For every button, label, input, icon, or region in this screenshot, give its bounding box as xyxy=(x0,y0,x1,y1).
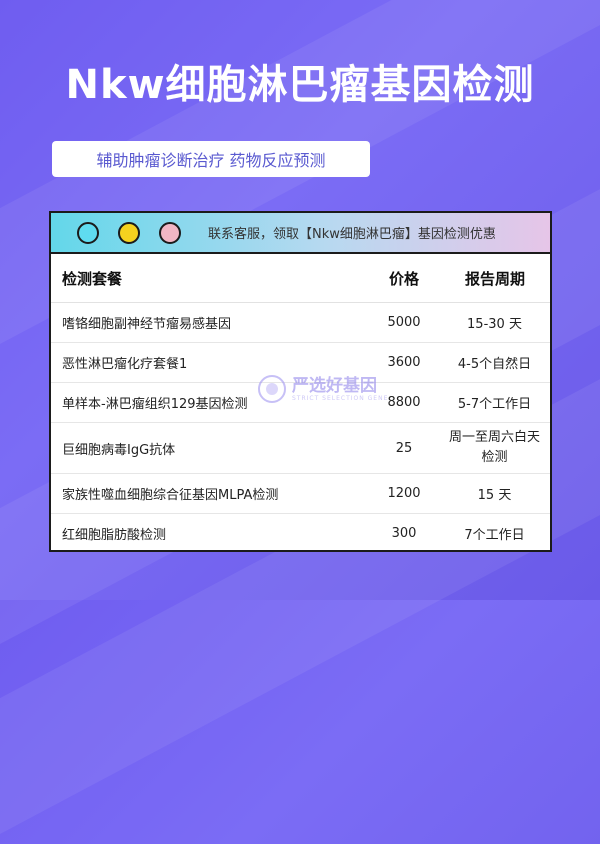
table-row: 家族性噬血细胞综合征基因MLPA检测 1200 15 天 xyxy=(51,473,550,514)
table-row: 恶性淋巴瘤化疗套餐1 3600 4-5个自然日 xyxy=(51,342,550,383)
column-header-price: 价格 xyxy=(363,254,445,303)
column-header-period: 报告周期 xyxy=(445,254,550,303)
table-header-row: 检测套餐 价格 报告周期 xyxy=(51,254,550,303)
dot-blue-icon xyxy=(77,221,99,244)
card-header: 联系客服，领取【Nkw细胞淋巴瘤】基因检测优惠 xyxy=(51,213,550,254)
package-price: 8800 xyxy=(363,382,445,423)
price-table: 检测套餐 价格 报告周期 嗜铬细胞副神经节瘤易感基因 5000 15-30 天 … xyxy=(51,254,550,553)
package-price: 300 xyxy=(391,526,417,541)
report-period: 15-30 天 xyxy=(445,302,550,343)
contact-promo-text[interactable]: 联系客服，领取【Nkw细胞淋巴瘤】基因检测优惠 xyxy=(208,223,496,242)
package-name: 单样本-淋巴瘤组织129基因检测 xyxy=(51,382,363,423)
package-name: 恶性淋巴瘤化疗套餐1 xyxy=(51,342,363,383)
price-card: 联系客服，领取【Nkw细胞淋巴瘤】基因检测优惠 检测套餐 价格 报告周期 嗜铬细… xyxy=(49,211,552,552)
package-name: 家族性噬血细胞综合征基因MLPA检测 xyxy=(51,473,363,514)
package-price: 25 xyxy=(363,422,445,474)
package-name: 嗜铬细胞副神经节瘤易感基因 xyxy=(51,302,363,343)
package-name: 红细胞脂肪酸检测 xyxy=(62,528,167,543)
report-period: 7个工作日 xyxy=(464,528,525,543)
report-period: 15 天 xyxy=(445,473,550,514)
table-row: 红细胞脂肪酸检测 300 7个工作日 xyxy=(51,514,550,554)
table-row: 单样本-淋巴瘤组织129基因检测 8800 5-7个工作日 xyxy=(51,382,550,423)
package-price: 3600 xyxy=(363,342,445,383)
report-period: 4-5个自然日 xyxy=(445,342,550,383)
subtitle-text: 辅助肿瘤诊断治疗 药物反应预测 xyxy=(96,151,326,170)
report-period: 5-7个工作日 xyxy=(445,382,550,423)
page-title: Nkw细胞淋巴瘤基因检测 xyxy=(65,62,535,108)
dot-yellow-icon xyxy=(118,221,140,244)
table-row: 巨细胞病毒IgG抗体 25 周一至周六白天检测 xyxy=(51,422,550,474)
table-row: 嗜铬细胞副神经节瘤易感基因 5000 15-30 天 xyxy=(51,302,550,343)
subtitle-badge: 辅助肿瘤诊断治疗 药物反应预测 xyxy=(52,141,370,177)
package-price: 5000 xyxy=(363,302,445,343)
package-name: 巨细胞病毒IgG抗体 xyxy=(51,422,363,474)
package-price: 1200 xyxy=(363,473,445,514)
dot-pink-icon xyxy=(159,221,181,244)
column-header-package: 检测套餐 xyxy=(51,254,363,303)
report-period: 周一至周六白天检测 xyxy=(445,422,550,474)
